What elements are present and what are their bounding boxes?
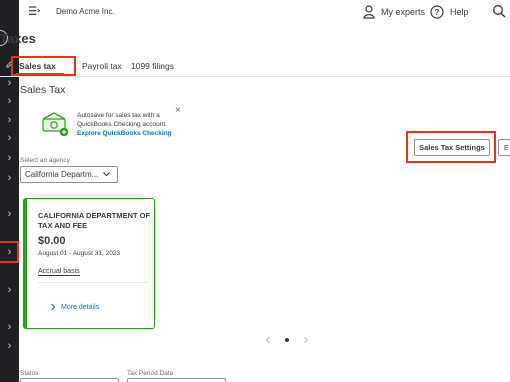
tab-1099-filings[interactable]: 1099 filings	[131, 61, 174, 71]
chevron-right-icon	[51, 303, 56, 311]
card-divider	[38, 282, 148, 283]
close-icon[interactable]: ×	[175, 105, 181, 116]
agency-card[interactable]: CALIFORNIA DEPARTMENT OF TAX AND FEE $0.…	[23, 198, 155, 329]
more-details-label: More details	[61, 303, 100, 311]
pager-next-icon[interactable]	[303, 336, 309, 344]
tab-bar: Sales tax Payroll tax 1099 filings	[0, 55, 510, 77]
status-label: Status	[20, 370, 39, 377]
card-title: CALIFORNIA DEPARTMENT OF TAX AND FEE	[38, 211, 151, 230]
more-details-link[interactable]: More details	[50, 303, 99, 311]
card-pager	[265, 336, 309, 344]
agency-selected-value: California Departm...	[25, 170, 99, 179]
section-title: Sales Tax	[20, 84, 66, 96]
tab-payroll-tax[interactable]: Payroll tax	[82, 61, 122, 71]
card-amount: $0.00	[38, 235, 66, 247]
settings-button-highlight	[406, 131, 496, 163]
partial-button[interactable]: E	[498, 139, 510, 156]
checking-promo: Autosave for sales tax with a QuickBooks…	[33, 103, 193, 143]
main-content: Taxes Sales tax Payroll tax 1099 filings…	[0, 0, 510, 382]
accrual-basis-link[interactable]: Accrual basis	[38, 268, 80, 276]
tax-period-date-select[interactable]	[127, 378, 226, 382]
agency-select[interactable]: California Departm...	[20, 166, 118, 183]
promo-message: Autosave for sales tax with a QuickBooks…	[77, 112, 167, 128]
card-period: August 01 - August 31, 2023	[38, 250, 121, 257]
checking-icon	[42, 112, 69, 137]
promo-text-block: Autosave for sales tax with a QuickBooks…	[77, 111, 187, 138]
status-select[interactable]	[20, 378, 119, 382]
pager-prev-icon[interactable]	[265, 336, 271, 344]
explore-checking-link[interactable]: Explore QuickBooks Checking	[77, 129, 187, 138]
agency-label: Select an agency	[20, 157, 70, 164]
tab-highlight	[11, 56, 76, 76]
chevron-down-icon	[103, 172, 110, 177]
page-title: Taxes	[0, 31, 36, 46]
pager-dot[interactable]	[285, 338, 289, 342]
tax-period-date-label: Tax Period Date	[127, 370, 174, 377]
